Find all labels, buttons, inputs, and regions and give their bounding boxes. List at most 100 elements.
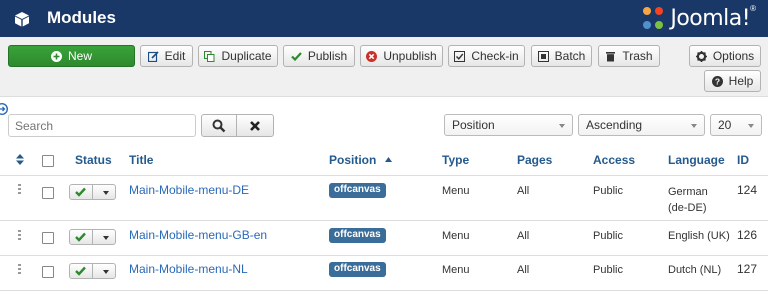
chevron-down-icon bbox=[103, 191, 109, 195]
language-cell: English (UK) bbox=[668, 230, 730, 242]
chevron-down-icon bbox=[559, 124, 565, 128]
edit-button[interactable]: Edit bbox=[140, 45, 193, 67]
type-cell: Menu bbox=[442, 185, 470, 197]
new-label: New bbox=[67, 49, 92, 63]
toolbar: New Edit Duplicate Publish Unpublish Che… bbox=[0, 37, 768, 97]
options-button[interactable]: Options bbox=[689, 45, 761, 67]
page-title: Modules bbox=[47, 8, 116, 27]
position-badge: offcanvas bbox=[329, 228, 386, 243]
publish-button[interactable]: Publish bbox=[283, 45, 355, 67]
direction-value: Ascending bbox=[586, 118, 643, 132]
edit-icon bbox=[147, 50, 159, 62]
new-button[interactable]: New bbox=[8, 45, 135, 67]
status-toggle[interactable] bbox=[69, 229, 116, 245]
row-checkbox[interactable] bbox=[42, 232, 54, 244]
pages-cell: All bbox=[517, 230, 530, 242]
module-title-link[interactable]: Main-Mobile-menu-NL bbox=[129, 262, 248, 276]
search-input[interactable] bbox=[8, 114, 196, 137]
status-toggle[interactable] bbox=[69, 184, 116, 200]
access-cell: Public bbox=[593, 264, 623, 276]
plus-circle-icon bbox=[50, 50, 62, 62]
trash-label: Trash bbox=[622, 49, 653, 63]
checkmark-icon bbox=[75, 266, 86, 276]
column-pages[interactable]: Pages bbox=[517, 153, 552, 167]
language-name: German bbox=[668, 186, 708, 198]
order-by-select[interactable]: Position bbox=[444, 114, 573, 136]
copy-icon bbox=[204, 50, 215, 62]
joomla-mark-icon bbox=[643, 7, 664, 29]
language-cell: Dutch (NL) bbox=[668, 264, 722, 276]
direction-select[interactable]: Ascending bbox=[578, 114, 705, 136]
language-code: (de-DE) bbox=[668, 202, 707, 214]
drag-handle-icon[interactable] bbox=[18, 184, 21, 194]
id-cell: 127 bbox=[737, 262, 758, 276]
column-status[interactable]: Status bbox=[75, 153, 112, 167]
column-position-label: Position bbox=[329, 153, 377, 167]
select-all-checkbox[interactable] bbox=[42, 155, 54, 167]
column-access[interactable]: Access bbox=[593, 153, 635, 167]
column-id[interactable]: ID bbox=[737, 153, 749, 167]
unpublish-label: Unpublish bbox=[383, 49, 437, 63]
pages-cell: All bbox=[517, 264, 530, 276]
clear-search-button[interactable] bbox=[236, 114, 274, 137]
column-title[interactable]: Title bbox=[129, 153, 153, 167]
cube-icon bbox=[15, 12, 29, 27]
drag-handle-icon[interactable] bbox=[18, 230, 21, 240]
drag-handle-icon[interactable] bbox=[18, 264, 21, 274]
duplicate-button[interactable]: Duplicate bbox=[198, 45, 278, 67]
gear-icon bbox=[695, 50, 707, 62]
unpublish-icon bbox=[366, 50, 378, 62]
id-cell: 124 bbox=[737, 183, 758, 197]
checkbox-icon bbox=[454, 50, 466, 62]
row-checkbox[interactable] bbox=[42, 266, 54, 278]
checkin-label: Check-in bbox=[471, 49, 519, 63]
module-title-link[interactable]: Main-Mobile-menu-DE bbox=[129, 183, 249, 197]
pages-cell: All bbox=[517, 185, 530, 197]
access-cell: Public bbox=[593, 230, 623, 242]
status-toggle[interactable] bbox=[69, 263, 116, 279]
column-type[interactable]: Type bbox=[442, 153, 469, 167]
duplicate-label: Duplicate bbox=[221, 49, 272, 63]
help-button[interactable]: ? Help bbox=[704, 70, 761, 92]
position-badge: offcanvas bbox=[329, 183, 386, 198]
trash-icon bbox=[606, 51, 616, 61]
access-cell: Public bbox=[593, 185, 623, 197]
joomla-logo[interactable]: Joomla! ® bbox=[640, 3, 756, 33]
checkmark-icon bbox=[291, 51, 302, 61]
batch-button[interactable]: Batch bbox=[531, 45, 592, 67]
column-position[interactable]: Position bbox=[329, 153, 392, 167]
column-language[interactable]: Language bbox=[668, 153, 725, 167]
chevron-down-icon bbox=[748, 124, 754, 128]
batch-icon bbox=[537, 50, 549, 62]
chevron-down-icon bbox=[103, 236, 109, 240]
status-divider bbox=[92, 264, 93, 278]
help-icon: ? bbox=[711, 75, 723, 87]
status-divider bbox=[92, 185, 93, 199]
chevron-down-icon bbox=[103, 270, 109, 274]
id-cell: 126 bbox=[737, 228, 758, 242]
unpublish-button[interactable]: Unpublish bbox=[360, 45, 443, 67]
sort-ordering-icon[interactable] bbox=[16, 154, 24, 165]
table-row: Main-Mobile-menu-NL offcanvas Menu All P… bbox=[0, 257, 768, 291]
module-title-link[interactable]: Main-Mobile-menu-GB-en bbox=[129, 228, 267, 242]
search-icon bbox=[212, 119, 226, 132]
type-cell: Menu bbox=[442, 230, 470, 242]
table-header: Status Title Position Type Pages Access … bbox=[0, 146, 768, 176]
position-badge: offcanvas bbox=[329, 262, 386, 277]
sort-ascending-icon bbox=[384, 157, 392, 162]
checkmark-icon bbox=[75, 232, 86, 242]
brand-name: Joomla! bbox=[670, 5, 751, 31]
search-button[interactable] bbox=[201, 114, 237, 137]
brand-registered-mark: ® bbox=[750, 3, 756, 13]
table-row: Main-Mobile-menu-GB-en offcanvas Menu Al… bbox=[0, 222, 768, 256]
sidebar-toggle-icon[interactable] bbox=[0, 103, 9, 115]
limit-select[interactable]: 20 bbox=[710, 114, 762, 136]
trash-button[interactable]: Trash bbox=[598, 45, 660, 67]
page-header: Modules Joomla! ® bbox=[0, 0, 768, 37]
checkmark-icon bbox=[75, 187, 86, 197]
close-icon bbox=[250, 120, 260, 131]
checkin-button[interactable]: Check-in bbox=[448, 45, 525, 67]
row-checkbox[interactable] bbox=[42, 187, 54, 199]
table-row: Main-Mobile-menu-DE offcanvas Menu All P… bbox=[0, 177, 768, 221]
edit-label: Edit bbox=[164, 49, 186, 63]
